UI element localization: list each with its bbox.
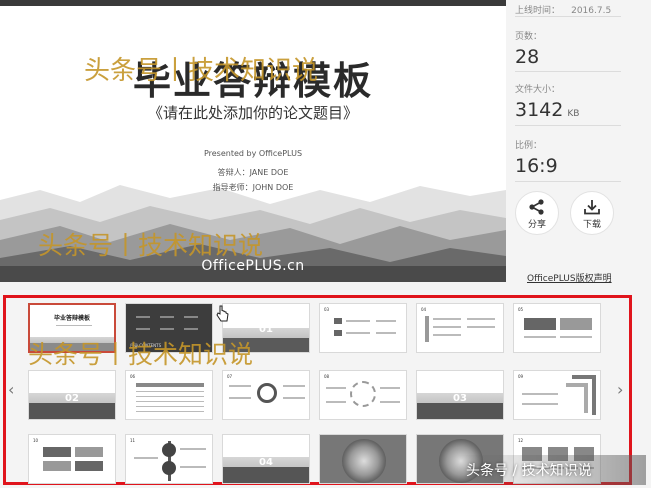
- thumbnail-slide[interactable]: 04: [416, 303, 504, 353]
- divider: [515, 71, 621, 72]
- divider: [515, 16, 621, 17]
- thumbnail-slide[interactable]: 06: [125, 370, 213, 420]
- presented-by: Presented by OfficePLUS: [203, 149, 303, 158]
- watermark-corner: 头条号 / 技术知识说: [466, 463, 592, 479]
- thumbnail-slide[interactable]: 03: [416, 370, 504, 420]
- upload-date: 上线时间： 2016.7.5: [515, 6, 612, 16]
- prev-arrow[interactable]: ‹: [8, 380, 14, 399]
- watermark-text: 头条号丨技术知识说: [28, 340, 254, 369]
- respondent-name: 答辩人：JANE DOE: [217, 168, 289, 177]
- aspect-ratio: 比例： 16:9: [515, 141, 558, 177]
- next-arrow[interactable]: ›: [617, 380, 623, 399]
- slide-subtitle: 《请在此处添加你的论文题目》: [147, 104, 358, 122]
- download-button[interactable]: 下载: [570, 191, 614, 235]
- share-icon: [529, 199, 544, 215]
- hand-cursor-icon: [216, 305, 229, 322]
- page-root: 毕业答辩模板 《请在此处添加你的论文题目》 Presented by Offic…: [0, 0, 651, 488]
- thumbnail-slide[interactable]: 04: [222, 434, 310, 484]
- share-button[interactable]: 分享: [515, 191, 559, 235]
- thumbnail-slide[interactable]: 11: [125, 434, 213, 484]
- watermark-text: 头条号丨技术知识说: [84, 56, 319, 86]
- divider: [515, 181, 621, 182]
- thumbnail-slide[interactable]: 07: [222, 370, 310, 420]
- thumbnail-slide[interactable]: 09: [513, 370, 601, 420]
- thumbnail-slide[interactable]: [319, 434, 407, 484]
- page-count: 页数： 28: [515, 32, 543, 68]
- thumbnail-slide[interactable]: 02: [28, 370, 116, 420]
- file-size: 文件大小： 3142 KB: [515, 85, 580, 121]
- share-label: 分享: [527, 220, 546, 230]
- thumbnail-slide[interactable]: 03: [319, 303, 407, 353]
- preview-top-bar: [0, 0, 506, 6]
- download-icon: [584, 200, 600, 215]
- thumbnail-slide[interactable]: 10: [28, 434, 116, 484]
- thumbnail-slide[interactable]: 05: [513, 303, 601, 353]
- divider: [515, 125, 621, 126]
- thumbnail-slide[interactable]: 08: [319, 370, 407, 420]
- advisor-name: 指导老师：JOHN DOE: [212, 183, 294, 192]
- watermark-text: 头条号丨技术知识说: [38, 231, 264, 260]
- copyright-link[interactable]: OfficePLUS版权声明: [527, 271, 612, 284]
- download-label: 下载: [582, 220, 601, 230]
